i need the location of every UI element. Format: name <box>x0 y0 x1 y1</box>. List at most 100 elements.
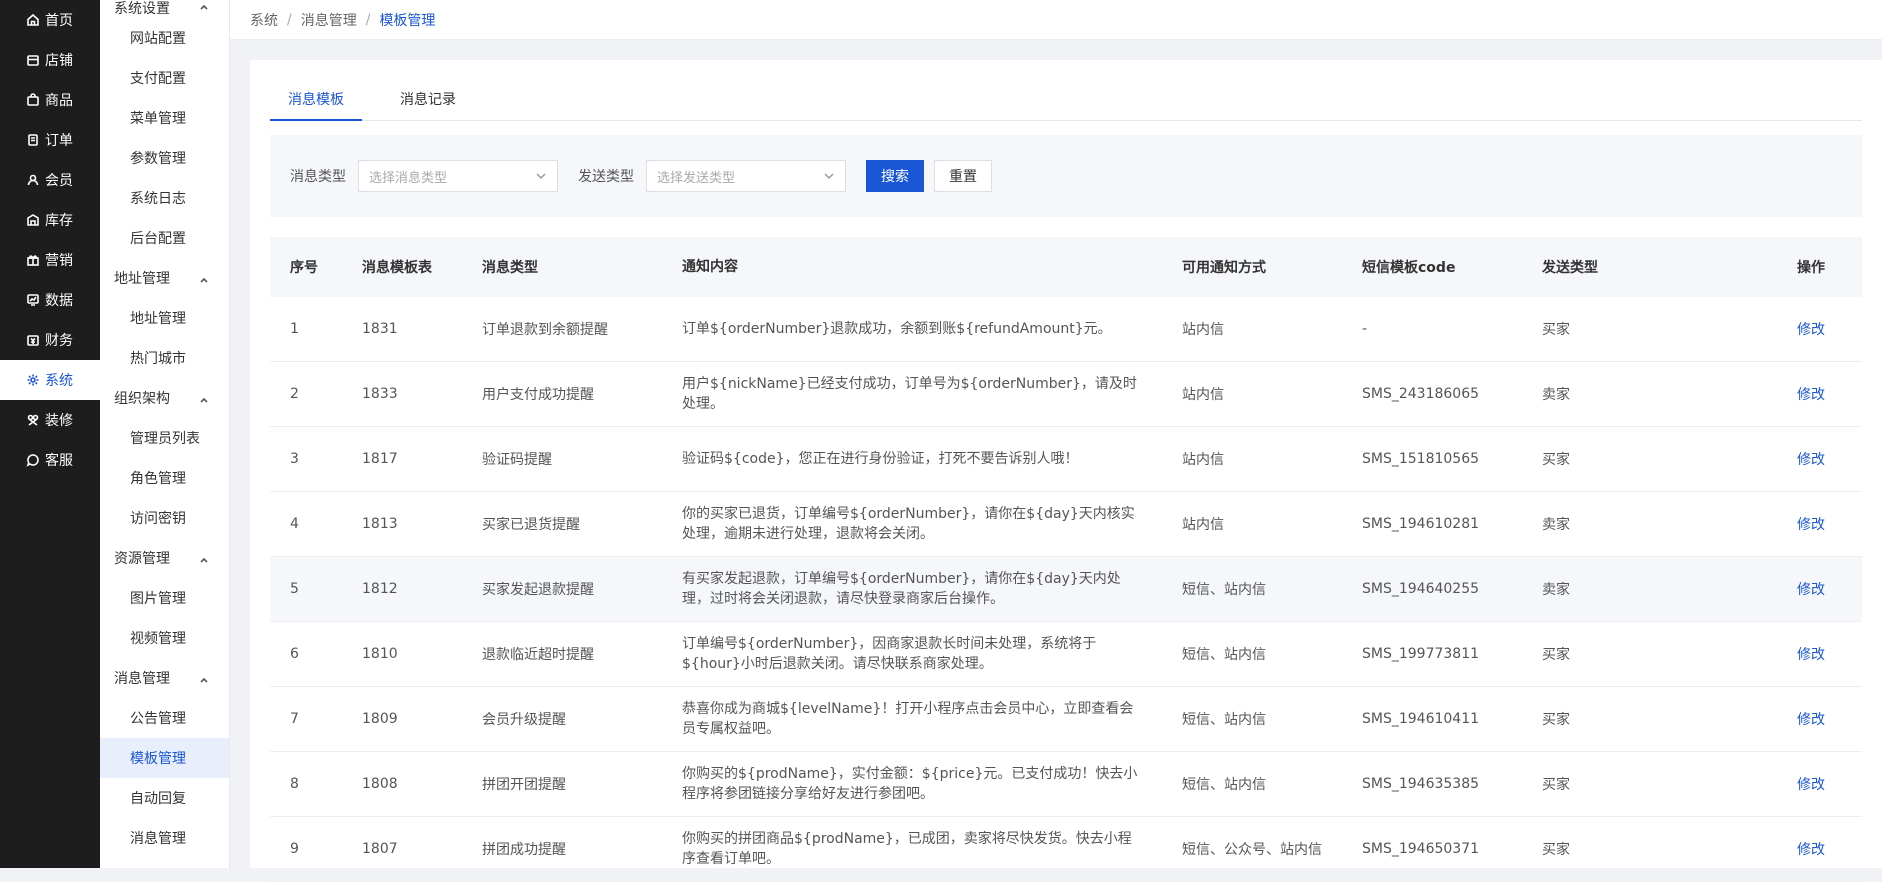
send-type-label: 发送类型 <box>578 169 634 185</box>
edit-link[interactable]: 修改 <box>1777 384 1862 404</box>
cell-no: 6 <box>290 646 299 662</box>
nav-item-marketing[interactable]: 营销 <box>0 240 100 280</box>
group-label: 组织架构 <box>114 391 170 407</box>
sub-item[interactable]: 参数管理 <box>100 138 229 178</box>
sub-item[interactable]: 热门城市 <box>100 338 229 378</box>
nav-item-data[interactable]: 数据 <box>0 280 100 320</box>
edit-link[interactable]: 修改 <box>1777 709 1862 729</box>
stock-icon <box>26 213 40 227</box>
nav-item-member[interactable]: 会员 <box>0 160 100 200</box>
main-nav: 首页 店铺 商品 订单 会员 库存 营销 数据 财务 系统 装修 客服 <box>0 0 100 868</box>
nav-item-service[interactable]: 客服 <box>0 440 100 480</box>
cell-code: SMS_151810565 <box>1362 451 1480 467</box>
header-cell: 通知内容 <box>682 259 738 275</box>
search-button[interactable]: 搜索 <box>866 160 924 192</box>
nav-item-shop[interactable]: 店铺 <box>0 40 100 80</box>
sub-item[interactable]: 图片管理 <box>100 578 229 618</box>
reset-button[interactable]: 重置 <box>934 160 992 192</box>
nav-item-order[interactable]: 订单 <box>0 120 100 160</box>
finance-icon <box>26 333 40 347</box>
table-row: 6 1810 退款临近超时提醒 订单编号${orderNumber}，因商家退款… <box>270 622 1862 687</box>
cell-type: 订单退款到余额提醒 <box>482 322 608 338</box>
nav-item-decorate[interactable]: 装修 <box>0 400 100 440</box>
nav-label: 商品 <box>45 93 73 109</box>
cell-ways: 站内信 <box>1182 452 1224 468</box>
cell-type: 买家已退货提醒 <box>482 517 580 533</box>
sub-item[interactable]: 管理员列表 <box>100 418 229 458</box>
cell-content: 有买家发起退款，订单编号${orderNumber}，请你在${day}天内处理… <box>682 571 1121 607</box>
sub-item[interactable]: 角色管理 <box>100 458 229 498</box>
send-type-select[interactable]: 选择发送类型 <box>646 160 846 192</box>
nav-label: 财务 <box>45 333 73 349</box>
edit-link[interactable]: 修改 <box>1777 644 1862 664</box>
header-cell: 消息类型 <box>482 260 538 276</box>
table-row: 1 1831 订单退款到余额提醒 订单${orderNumber}退款成功，余额… <box>270 297 1862 362</box>
edit-link[interactable]: 修改 <box>1777 774 1862 794</box>
tab-bar: 消息模板 消息记录 <box>270 60 1862 121</box>
msg-type-select[interactable]: 选择消息类型 <box>358 160 558 192</box>
chevron-up-icon <box>199 553 209 563</box>
edit-link[interactable]: 修改 <box>1777 514 1862 534</box>
edit-link[interactable]: 修改 <box>1777 449 1862 469</box>
cell-send: 卖家 <box>1542 582 1570 598</box>
header-cell: 序号 <box>290 260 318 276</box>
submenu-group-system-settings[interactable]: 系统设置 <box>100 0 229 18</box>
cell-id: 1812 <box>362 581 398 597</box>
chevron-up-icon <box>199 273 209 283</box>
header-cell: 消息模板表 <box>362 260 432 276</box>
breadcrumb-item[interactable]: 消息管理 <box>301 10 357 30</box>
breadcrumb-item[interactable]: 系统 <box>250 10 278 30</box>
sub-item[interactable]: 网站配置 <box>100 18 229 58</box>
nav-item-finance[interactable]: 财务 <box>0 320 100 360</box>
nav-item-product[interactable]: 商品 <box>0 80 100 120</box>
sub-item[interactable]: 后台配置 <box>100 218 229 258</box>
msg-type-placeholder: 选择消息类型 <box>369 170 448 186</box>
submenu-group-address[interactable]: 地址管理 <box>100 258 229 298</box>
sub-item[interactable]: 访问密钥 <box>100 498 229 538</box>
order-icon <box>26 133 40 147</box>
chevron-down-icon <box>536 173 546 180</box>
sub-item[interactable]: 公告管理 <box>100 698 229 738</box>
cell-type: 验证码提醒 <box>482 452 552 468</box>
cell-no: 5 <box>290 581 299 597</box>
decorate-icon <box>26 413 40 427</box>
sub-item[interactable]: 系统日志 <box>100 178 229 218</box>
chevron-up-icon <box>199 0 209 10</box>
cell-ways: 短信、站内信 <box>1182 777 1266 793</box>
sub-item[interactable]: 菜单管理 <box>100 98 229 138</box>
nav-item-home[interactable]: 首页 <box>0 0 100 40</box>
edit-link[interactable]: 修改 <box>1777 839 1862 859</box>
sub-item[interactable]: 支付配置 <box>100 58 229 98</box>
cell-type: 拼团开团提醒 <box>482 777 566 793</box>
sub-item-template-active[interactable]: 模板管理 <box>100 738 229 778</box>
nav-item-stock[interactable]: 库存 <box>0 200 100 240</box>
edit-link[interactable]: 修改 <box>1777 579 1862 599</box>
cell-id: 1807 <box>362 841 398 857</box>
edit-link[interactable]: 修改 <box>1777 319 1862 339</box>
sub-item[interactable]: 消息管理 <box>100 818 229 858</box>
submenu-group-messages[interactable]: 消息管理 <box>100 658 229 698</box>
chevron-up-icon <box>199 673 209 683</box>
breadcrumb-current: 模板管理 <box>379 12 436 29</box>
nav-item-system[interactable]: 系统 <box>0 360 100 400</box>
submenu-group-organization[interactable]: 组织架构 <box>100 378 229 418</box>
cell-code: SMS_199773811 <box>1362 646 1480 662</box>
sub-item[interactable]: 自动回复 <box>100 778 229 818</box>
cell-no: 9 <box>290 841 299 857</box>
cell-id: 1831 <box>362 321 398 337</box>
cell-id: 1810 <box>362 646 398 662</box>
cell-content: 恭喜你成为商城${levelName}！打开小程序点击会员中心，立即查看会员专属… <box>682 701 1134 737</box>
gear-icon <box>26 373 40 387</box>
cell-content: 你的买家已退货，订单编号${orderNumber}，请你在${day}天内核实… <box>682 506 1135 542</box>
tab-message-record[interactable]: 消息记录 <box>382 78 474 120</box>
sub-item[interactable]: 视频管理 <box>100 618 229 658</box>
cell-send: 买家 <box>1542 777 1570 793</box>
cell-type: 退款临近超时提醒 <box>482 647 594 663</box>
submenu-group-resources[interactable]: 资源管理 <box>100 538 229 578</box>
breadcrumb-separator: / <box>365 11 371 28</box>
cell-type: 会员升级提醒 <box>482 712 566 728</box>
sub-item[interactable]: 地址管理 <box>100 298 229 338</box>
group-label: 地址管理 <box>114 271 170 287</box>
cell-id: 1808 <box>362 776 398 792</box>
tab-message-template[interactable]: 消息模板 <box>270 78 362 121</box>
